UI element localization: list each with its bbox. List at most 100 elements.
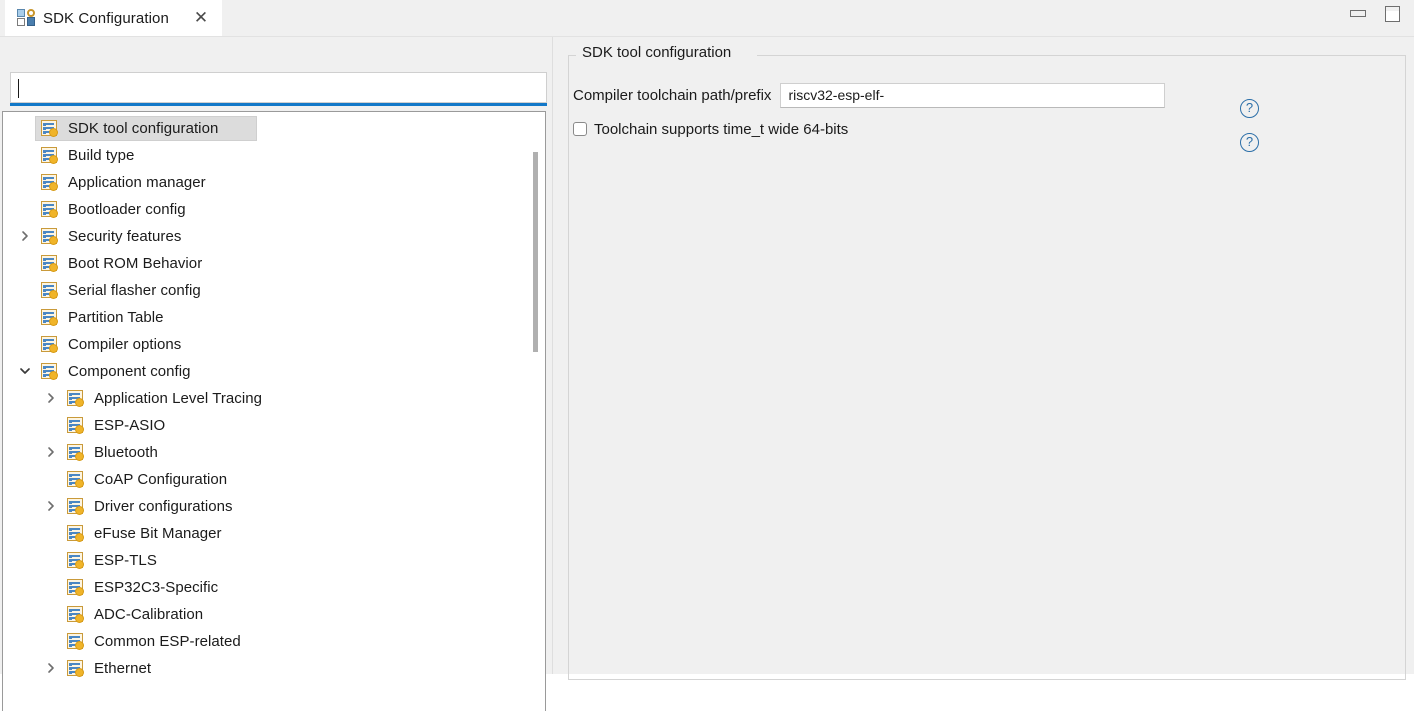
config-page-icon [67,552,86,569]
tree-item-bluetooth[interactable]: Bluetooth [3,439,523,466]
tree-item-label: Boot ROM Behavior [68,255,203,272]
chevron-down-icon[interactable] [17,363,33,379]
tree-scrollbar[interactable] [529,114,543,711]
tree-item-efuse-bit-manager[interactable]: eFuse Bit Manager [3,520,523,547]
help-icon-toolchain-prefix[interactable]: ? [1240,99,1259,118]
close-icon[interactable]: ✕ [192,9,210,27]
config-page-icon [41,120,60,137]
config-page-icon [67,606,86,623]
tree-item-ethernet[interactable]: Ethernet [3,655,523,682]
config-page-icon [41,174,60,191]
time-t-wide-checkbox[interactable] [573,122,587,136]
chevron-right-icon[interactable] [43,390,59,406]
tree-item-compiler-options[interactable]: Compiler options [3,331,523,358]
tree-item-partition-table[interactable]: Partition Table [3,304,523,331]
tree-item-sdk-tool-configuration[interactable]: SDK tool configuration [3,115,523,142]
tree-item-common-esp-related[interactable]: Common ESP-related [3,628,523,655]
help-icon-time-t-wide[interactable]: ? [1240,133,1259,152]
tree-item-label: Application Level Tracing [94,390,263,407]
config-page-icon [67,498,86,515]
minimize-icon[interactable] [1350,6,1366,22]
config-page-icon [67,579,86,596]
toolchain-prefix-input[interactable] [780,82,1166,108]
tree-twisty-placeholder [43,417,59,433]
tree-item-label: Security features [68,228,182,245]
config-page-icon [67,633,86,650]
config-page-icon [41,147,60,164]
tree-item-label: Component config [68,363,191,380]
tree-item-label: SDK tool configuration [68,120,219,137]
config-tree[interactable]: SDK tool configuration Build type Applicat… [2,111,546,711]
search-focus-underline [10,103,547,106]
tree-item-label: Bootloader config [68,201,186,218]
tree-twisty-placeholder [43,606,59,622]
tree-item-label: Ethernet [94,660,152,677]
chevron-right-icon[interactable] [17,228,33,244]
tree-twisty-placeholder [17,174,33,190]
tree-twisty-placeholder [17,147,33,163]
config-page-icon [67,471,86,488]
config-page-icon [67,390,86,407]
config-page-icon [67,417,86,434]
config-page-icon [41,255,60,272]
tree-item-label: Partition Table [68,309,164,326]
config-page-icon [41,336,60,353]
tree-item-esp-asio[interactable]: ESP-ASIO [3,412,523,439]
tab-sdk-configuration[interactable]: SDK Configuration ✕ [5,0,222,36]
time-t-wide-label[interactable]: Toolchain supports time_t wide 64-bits [594,121,848,138]
config-page-icon [67,525,86,542]
chevron-right-icon[interactable] [43,498,59,514]
tree-item-coap-configuration[interactable]: CoAP Configuration [3,466,523,493]
tree-item-application-level-tracing[interactable]: Application Level Tracing [3,385,523,412]
tree-item-esp-tls[interactable]: ESP-TLS [3,547,523,574]
config-tree-panel: SDK tool configuration Build type Applicat… [0,37,558,711]
config-tree-list: SDK tool configuration Build type Applicat… [3,115,523,682]
tree-twisty-placeholder [43,633,59,649]
tree-twisty-placeholder [17,282,33,298]
config-page-icon [41,201,60,218]
maximize-icon[interactable] [1384,6,1400,22]
config-page-icon [41,309,60,326]
toolchain-prefix-label: Compiler toolchain path/prefix [573,86,772,104]
tree-item-driver-configurations[interactable]: Driver configurations [3,493,523,520]
tree-twisty-placeholder [43,471,59,487]
view-window-buttons [1350,6,1400,22]
tree-item-label: ESP-TLS [94,552,157,569]
search-field-wrapper[interactable] [10,72,547,103]
tree-twisty-placeholder [17,255,33,271]
tree-item-label: eFuse Bit Manager [94,525,222,542]
tree-twisty-placeholder [17,120,33,136]
config-page-icon [41,363,60,380]
tree-scrollbar-thumb[interactable] [533,152,538,352]
chevron-right-icon[interactable] [43,444,59,460]
tree-item-serial-flasher-config[interactable]: Serial flasher config [3,277,523,304]
tree-item-bootloader-config[interactable]: Bootloader config [3,196,523,223]
tree-item-boot-rom-behavior[interactable]: Boot ROM Behavior [3,250,523,277]
tab-title: SDK Configuration [43,9,169,27]
config-page-icon [41,282,60,299]
tree-item-adc-calibration[interactable]: ADC-Calibration [3,601,523,628]
tree-twisty-placeholder [17,201,33,217]
editor-tab-bar: SDK Configuration ✕ [0,0,1414,37]
tree-item-application-manager[interactable]: Application manager [3,169,523,196]
sdk-tool-configuration-group: SDK tool configuration Compiler toolchai… [568,44,1406,680]
tree-item-esp32c3-specific[interactable]: ESP32C3-Specific [3,574,523,601]
tree-item-label: ESP-ASIO [94,417,166,434]
search-input[interactable] [11,73,546,102]
tree-item-label: ESP32C3-Specific [94,579,219,596]
tree-item-label: Compiler options [68,336,182,353]
tree-item-build-type[interactable]: Build type [3,142,523,169]
sdk-configuration-window: SDK Configuration ✕ SDK tool configurati… [0,0,1414,711]
time-t-wide-row: Toolchain supports time_t wide 64-bits [573,115,848,143]
tree-twisty-placeholder [43,579,59,595]
tree-item-component-config[interactable]: Component config [3,358,523,385]
tree-twisty-placeholder [17,309,33,325]
tree-item-security-features[interactable]: Security features [3,223,523,250]
tree-item-label: Build type [68,147,135,164]
group-title: SDK tool configuration [577,44,737,61]
config-page-icon [67,660,86,677]
tree-item-label: Bluetooth [94,444,158,461]
toolchain-prefix-row: Compiler toolchain path/prefix [573,81,1166,109]
tree-item-label: Common ESP-related [94,633,241,650]
tree-item-label: CoAP Configuration [94,471,228,488]
